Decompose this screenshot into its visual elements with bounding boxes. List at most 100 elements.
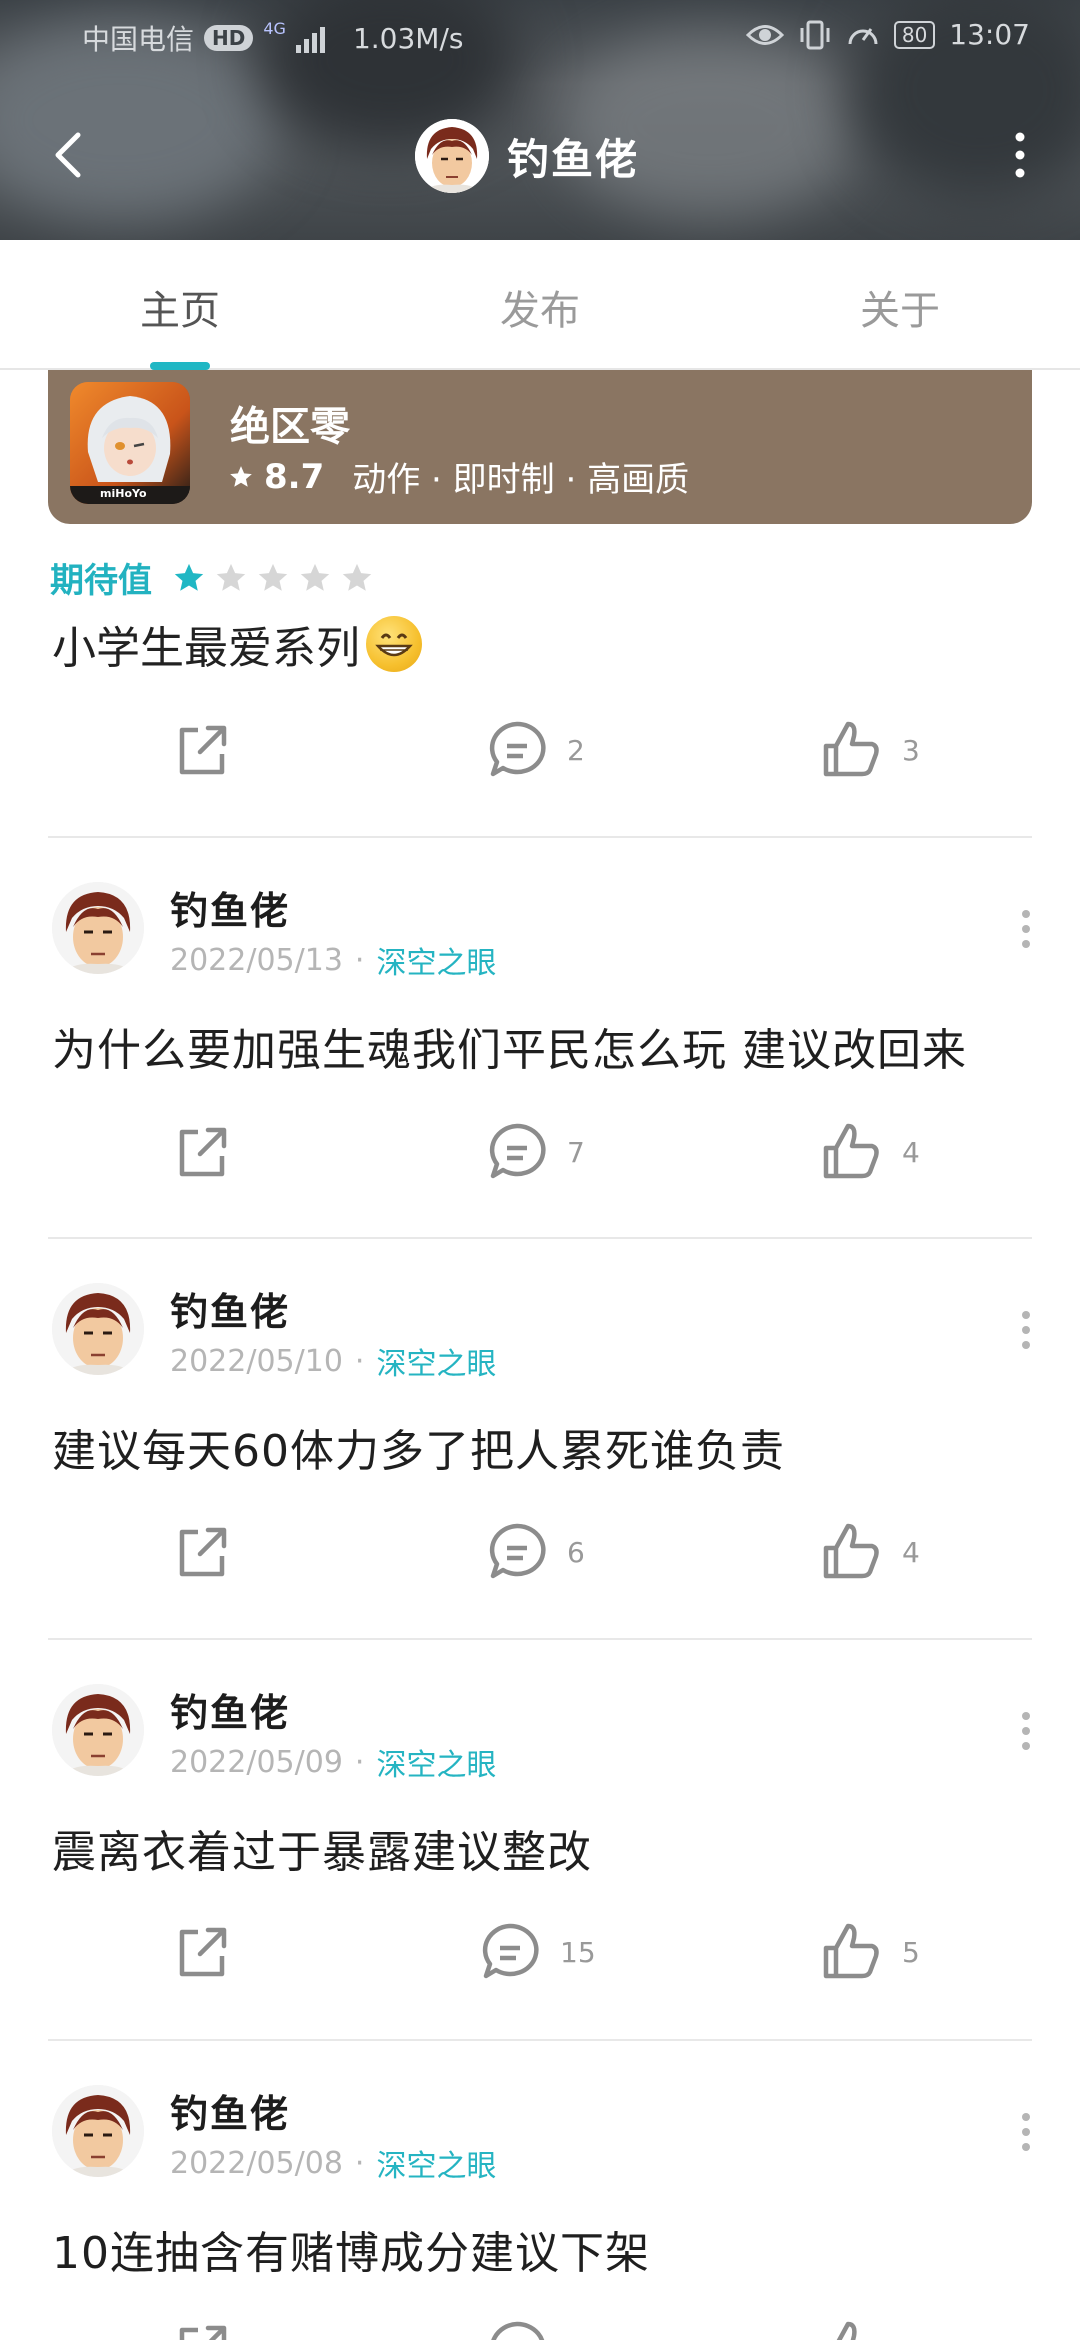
share-button[interactable] <box>170 2318 234 2340</box>
divider <box>48 1638 1032 1640</box>
hd-badge: HD <box>204 25 254 51</box>
comment-count: 7 <box>567 1135 585 1169</box>
post-text: 建议每天60体力多了把人累死谁负责 <box>52 1426 785 1477</box>
carrier-label: 中国电信 <box>82 23 195 56</box>
post-text: 10连抽含有赌博成分建议下架 <box>52 2228 650 2279</box>
page-title: 钓鱼佬 <box>507 134 640 184</box>
like-button[interactable]: 4 <box>820 1520 920 1584</box>
separator: · <box>354 1744 365 1780</box>
tab-bar: 主页 发布 关于 <box>0 240 1080 370</box>
post-actions: 7 4 <box>0 1120 1080 1200</box>
comment-button[interactable]: 2 <box>485 718 585 782</box>
post-actions <box>0 2318 1080 2340</box>
avatar[interactable] <box>52 1684 144 1776</box>
separator: · <box>354 942 365 978</box>
share-icon <box>179 1127 227 1177</box>
like-button[interactable]: 3 <box>820 718 920 782</box>
comment-icon <box>491 2321 545 2340</box>
game-card[interactable]: miHoYo 绝区零 8.7 动作 · 即时制 · 高画质 <box>48 370 1032 524</box>
post-author[interactable]: 钓鱼佬 <box>170 1682 290 1737</box>
game-rating: 8.7 <box>264 456 325 497</box>
separator: · <box>354 1343 365 1379</box>
comment-button[interactable]: 7 <box>485 1120 585 1184</box>
comment-icon <box>482 1923 539 1979</box>
game-name: 绝区零 <box>230 404 350 450</box>
network-speed: 1.03M/s <box>352 21 464 55</box>
like-button[interactable] <box>820 2318 884 2340</box>
header: 中国电信 HD 4G 1.03M/s 80 13:07 钓鱼佬 <box>0 0 1080 240</box>
divider <box>48 1237 1032 1239</box>
post-date: 2022/05/08 <box>170 2145 343 2181</box>
battery-level: 80 <box>901 22 928 47</box>
avatar[interactable] <box>52 2085 144 2177</box>
share-button[interactable] <box>170 718 234 782</box>
post-text: 为什么要加强生魂我们平民怎么玩 建议改回来 <box>52 1025 967 1076</box>
share-button[interactable] <box>170 1520 234 1584</box>
expectation-label: 期待值 <box>50 561 152 601</box>
signal-icon <box>295 23 325 53</box>
post-game-link[interactable]: 深空之眼 <box>376 1339 496 1383</box>
tab-posts[interactable]: 发布 <box>420 278 660 336</box>
comment-button[interactable]: 15 <box>478 1920 596 1984</box>
comment-count: 15 <box>560 1935 596 1969</box>
more-options-icon[interactable] <box>1014 904 1038 954</box>
network-label: 4G <box>263 18 286 38</box>
more-options-icon[interactable] <box>1014 1305 1038 1355</box>
like-button[interactable]: 4 <box>820 1120 920 1184</box>
more-options-icon[interactable] <box>1014 2107 1038 2157</box>
like-count: 3 <box>902 733 920 767</box>
battery-indicator: 80 <box>893 20 936 49</box>
post-game-link[interactable]: 深空之眼 <box>376 938 496 982</box>
separator: · <box>354 2145 365 2181</box>
like-count: 4 <box>902 1135 920 1169</box>
game-icon: miHoYo <box>70 382 190 504</box>
post-date: 2022/05/10 <box>170 1343 343 1379</box>
header-avatar[interactable] <box>415 119 489 193</box>
thumbs-up-icon <box>823 1923 879 1979</box>
like-count: 4 <box>902 1535 920 1569</box>
thumbs-up-icon <box>823 1123 879 1179</box>
review-text: 小学生最爱系列 <box>52 612 422 676</box>
more-options-icon[interactable] <box>1014 1706 1038 1756</box>
thumbs-up-icon <box>823 721 879 777</box>
star-icon <box>230 465 252 487</box>
divider <box>48 836 1032 838</box>
status-bar: 中国电信 HD 4G 1.03M/s 80 13:07 <box>0 0 1080 70</box>
post-game-link[interactable]: 深空之眼 <box>376 2141 496 2185</box>
share-icon <box>179 1527 227 1577</box>
avatar[interactable] <box>52 882 144 974</box>
more-menu-icon[interactable] <box>1000 125 1040 185</box>
post-author[interactable]: 钓鱼佬 <box>170 1281 290 1336</box>
back-arrow-icon[interactable] <box>40 125 100 185</box>
share-button[interactable] <box>170 1920 234 1984</box>
thumbs-up-icon <box>836 2321 857 2340</box>
review-body: 小学生最爱系列 <box>52 623 360 674</box>
tab-indicator <box>150 362 210 370</box>
star-empty-icon <box>300 563 330 591</box>
post-author[interactable]: 钓鱼佬 <box>170 880 290 935</box>
tab-about[interactable]: 关于 <box>780 278 1020 336</box>
star-empty-icon <box>258 563 288 591</box>
like-button[interactable]: 5 <box>820 1920 920 1984</box>
comment-button[interactable]: 6 <box>485 1520 585 1584</box>
vibrate-icon <box>800 20 830 49</box>
expectation-rating: 期待值 <box>50 553 374 602</box>
game-icon-label: miHoYo <box>100 487 147 500</box>
comment-icon <box>489 1523 546 1579</box>
divider <box>48 2039 1032 2041</box>
share-icon <box>179 725 227 775</box>
post-text: 震离衣着过于暴露建议整改 <box>52 1827 592 1878</box>
post-game-link[interactable]: 深空之眼 <box>376 1740 496 1784</box>
share-button[interactable] <box>170 1120 234 1184</box>
post-date: 2022/05/09 <box>170 1744 343 1780</box>
post-date: 2022/05/13 <box>170 942 343 978</box>
like-count: 5 <box>902 1935 920 1969</box>
tab-home[interactable]: 主页 <box>60 278 300 336</box>
clock: 13:07 <box>949 18 1030 51</box>
avatar[interactable] <box>52 1283 144 1375</box>
comment-icon <box>489 721 546 777</box>
share-icon <box>179 1927 227 1977</box>
post-author[interactable]: 钓鱼佬 <box>170 2083 290 2138</box>
grinning-face-icon <box>366 616 422 672</box>
comment-button[interactable] <box>485 2318 549 2340</box>
